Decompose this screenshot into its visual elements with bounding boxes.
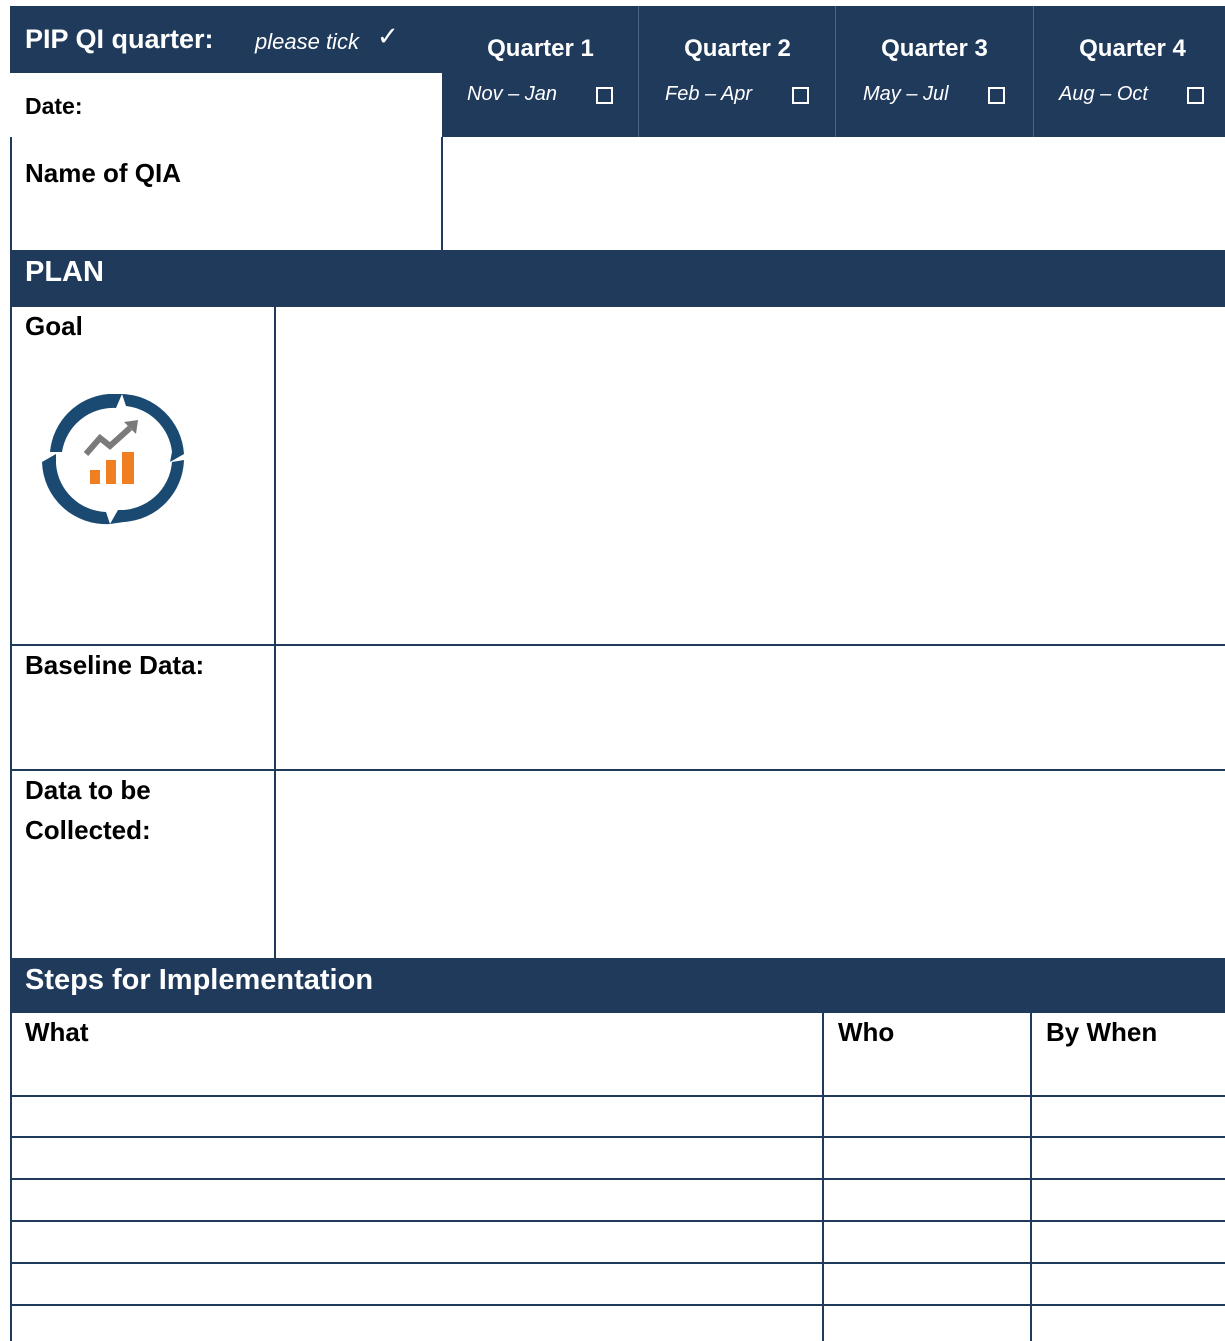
table-row[interactable] [12,1222,1225,1262]
quarter-3-checkbox[interactable] [988,87,1005,104]
by-when-column-header: By When [1046,1017,1158,1047]
cell-border [10,307,12,959]
cycle-arc [42,454,110,525]
name-of-qia-field[interactable] [443,138,1225,250]
name-of-qia-label: Name of QIA [25,158,182,188]
goal-label: Goal [25,311,83,341]
quarter-2-heading: Quarter 2 [684,35,791,62]
baseline-data-field[interactable] [276,646,1225,769]
cycle-arc [110,460,184,524]
quarter-1-checkbox[interactable] [596,87,613,104]
quarter-1-months: Nov – Jan [467,83,558,105]
who-column-header: Who [838,1017,895,1047]
quarter-2-months: Feb – Apr [665,83,753,105]
cell-border [10,137,12,251]
plan-section-header [10,250,1225,307]
date-label: Date: [25,93,83,119]
quarter-divider [835,6,836,137]
quarter-1-heading: Quarter 1 [487,35,594,62]
plan-title: PLAN [25,256,104,288]
chart-bar [106,460,116,484]
table-row[interactable] [12,1138,1225,1178]
qi-cycle-chart-icon [42,394,184,525]
quarter-3-months: May – Jul [863,83,949,105]
quarter-divider [638,6,639,137]
table-row[interactable] [12,1306,1225,1341]
cell-border [441,137,443,251]
quarter-4-heading: Quarter 4 [1079,35,1186,62]
chart-bar [122,452,134,484]
table-row[interactable] [12,1264,1225,1304]
steps-title: Steps for Implementation [25,964,374,996]
quarter-divider [1033,6,1034,137]
goal-field[interactable] [276,308,1225,644]
quarter-4-checkbox[interactable] [1187,87,1204,104]
data-to-be-collected-field[interactable] [276,771,1225,958]
quarter-2-checkbox[interactable] [792,87,809,104]
table-row[interactable] [12,1097,1225,1136]
please-tick-hint: please tick [255,29,359,54]
pip-qi-quarter-label: PIP QI quarter: [25,24,214,54]
baseline-data-label: Baseline Data: [25,650,205,680]
what-column-header: What [25,1017,89,1047]
trend-line [83,425,133,456]
quarter-3-heading: Quarter 3 [881,35,988,62]
quarter-4-months: Aug – Oct [1059,83,1148,105]
data-to-be-collected-label-line2: Collected: [25,815,151,845]
table-row[interactable] [12,1180,1225,1220]
tick-mark-icon: ✓ [377,21,399,51]
chart-bar [90,470,100,484]
data-to-be-collected-label-line1: Data to be [25,775,151,805]
